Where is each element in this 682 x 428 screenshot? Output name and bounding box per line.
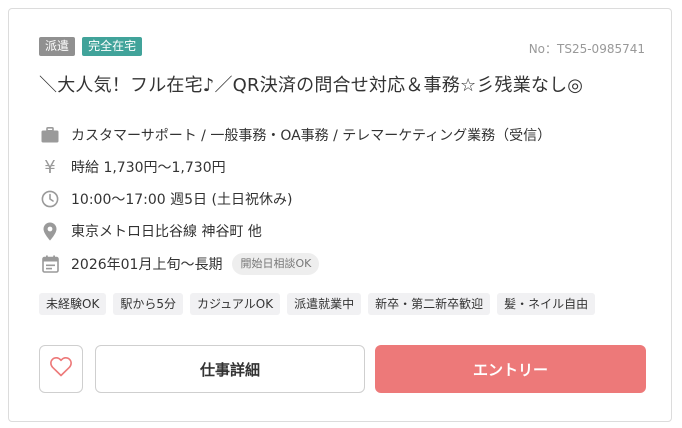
clock-icon [39, 188, 61, 210]
entry-button[interactable]: エントリー [375, 345, 646, 393]
salary-row: ¥ 時給 1,730円〜1,730円 [39, 155, 226, 179]
feature-tags: 未経験OK 駅から5分 カジュアルOK 派遣就業中 新卒・第二新卒歓迎 髪・ネイ… [39, 293, 596, 315]
job-detail-button[interactable]: 仕事詳細 [95, 345, 365, 393]
location-row: 東京メトロ日比谷線 神谷町 他 [39, 219, 262, 243]
feature-tag: 派遣就業中 [287, 293, 362, 315]
tag-full-remote: 完全在宅 [82, 37, 143, 56]
job-title[interactable]: ＼大人気！フル在宅♪／QR決済の問合せ対応＆事務☆彡残業なし◎ [39, 71, 583, 97]
feature-tag: 髪・ネイル自由 [497, 293, 596, 315]
card-header: 派遣 完全在宅 No：TS25-0985741 [39, 37, 645, 57]
hours-text: 10:00〜17:00 週5日 (土日祝休み) [71, 192, 293, 208]
job-number: No：TS25-0985741 [528, 42, 645, 56]
tag-dispatch: 派遣 [39, 37, 76, 56]
feature-tag: 駅から5分 [113, 293, 183, 315]
salary-text: 時給 1,730円〜1,730円 [71, 160, 226, 176]
period-text: 2026年01月上旬〜長期 [71, 257, 223, 273]
job-type-text: カスタマーサポート / 一般事務・OA事務 / テレマーケティング業務（受信） [71, 128, 552, 144]
location-pin-icon [39, 220, 61, 242]
job-type-row: カスタマーサポート / 一般事務・OA事務 / テレマーケティング業務（受信） [39, 123, 551, 147]
yen-icon: ¥ [44, 156, 56, 178]
briefcase-icon [39, 124, 61, 146]
feature-tag: カジュアルOK [189, 293, 281, 315]
calendar-icon [39, 253, 61, 275]
feature-tag: 未経験OK [39, 293, 107, 315]
hours-row: 10:00〜17:00 週5日 (土日祝休み) [39, 187, 292, 211]
feature-tag: 新卒・第二新卒歓迎 [368, 293, 491, 315]
period-row: 2026年01月上旬〜長期 開始日相談OK [39, 252, 320, 276]
location-text: 東京メトロ日比谷線 神谷町 他 [71, 224, 262, 240]
job-card: 派遣 完全在宅 No：TS25-0985741 ＼大人気！フル在宅♪／QR決済の… [8, 8, 672, 422]
heart-icon [50, 357, 72, 381]
start-date-negotiable-badge: 開始日相談OK [232, 253, 320, 275]
favorite-button[interactable] [39, 345, 83, 393]
